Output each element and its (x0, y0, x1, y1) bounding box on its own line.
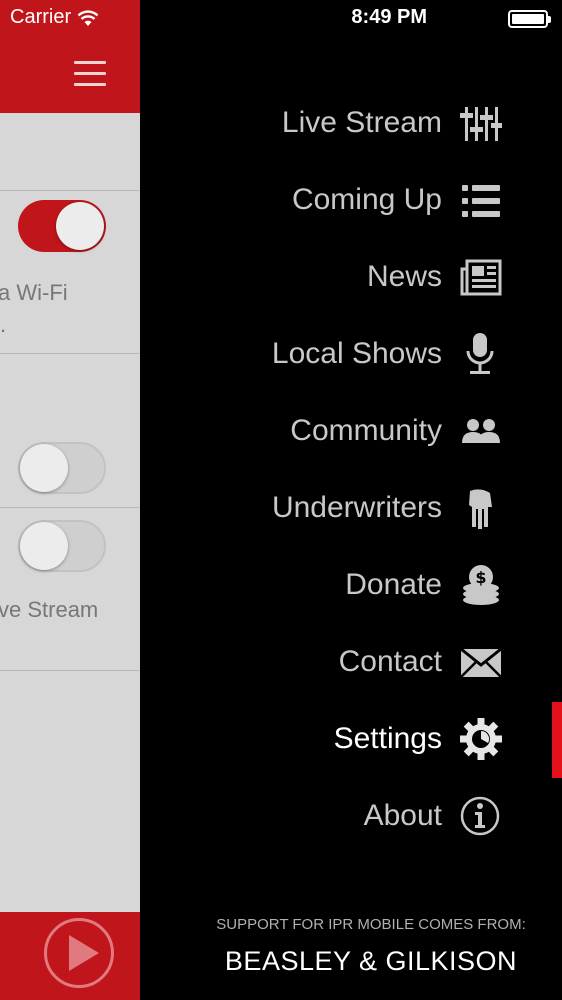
divider (0, 507, 140, 508)
menu-item-label: News (366, 260, 442, 293)
divider (0, 670, 140, 671)
wifi-setting-text-2: . (0, 312, 7, 337)
menu-item-live-stream[interactable]: Live Stream (140, 94, 562, 154)
menu-item-label: About (363, 799, 442, 832)
wifi-setting-text: a Wi-Fi (0, 280, 68, 305)
menu-item-underwriters[interactable]: Underwriters (140, 479, 562, 539)
menu-item-label: Local Shows (271, 337, 442, 370)
setting-toggle-2[interactable] (18, 442, 106, 494)
menu-item-donate[interactable]: Donate $ (140, 556, 562, 616)
menu-item-label: Settings (333, 722, 442, 755)
active-indicator (552, 702, 562, 778)
envelope-icon (460, 647, 502, 678)
side-menu: 8:49 PM Live Stream Coming Up News Local… (140, 0, 562, 1000)
menu-item-about[interactable]: About (140, 787, 562, 847)
sliders-icon (460, 107, 502, 141)
menu-item-news[interactable]: News (140, 248, 562, 308)
status-time: 8:49 PM (351, 6, 427, 28)
hamburger-menu-icon[interactable] (74, 61, 106, 87)
hand-icon (469, 489, 492, 529)
wifi-icon (77, 9, 99, 26)
play-button[interactable] (44, 918, 114, 988)
menu-item-label: Live Stream (281, 106, 442, 139)
menu-item-local-shows[interactable]: Local Shows (140, 325, 562, 385)
menu-item-label: Contact (338, 645, 442, 678)
svg-text:$: $ (475, 568, 486, 587)
divider (0, 190, 140, 191)
sponsor-name[interactable]: BEASLEY & GILKISON (140, 946, 562, 977)
sponsor-caption: SUPPORT FOR IPR MOBILE COMES FROM: (216, 916, 526, 933)
menu-item-label: Underwriters (271, 491, 442, 524)
live-stream-toggle[interactable] (18, 520, 106, 572)
menu-item-community[interactable]: Community (140, 402, 562, 462)
carrier-label: Carrier (10, 6, 72, 28)
list-icon (462, 185, 500, 217)
live-stream-setting-text: ve Stream (0, 597, 99, 622)
menu-item-settings[interactable]: Settings (140, 710, 562, 770)
menu-item-contact[interactable]: Contact (140, 633, 562, 693)
newspaper-icon (460, 259, 502, 296)
menu-item-label: Community (290, 414, 442, 447)
menu-item-coming-up[interactable]: Coming Up (140, 171, 562, 231)
people-icon (462, 419, 500, 443)
menu-item-label: Donate (345, 568, 442, 601)
info-icon (460, 796, 500, 836)
wifi-only-toggle[interactable] (18, 200, 106, 252)
divider (0, 353, 140, 354)
menu-item-label: Coming Up (291, 183, 442, 216)
gear-icon (460, 718, 502, 760)
carrier-status: Carrier (10, 6, 99, 29)
coins-icon: $ (463, 565, 499, 605)
background-settings-screen: Carrier a Wi-Fi . ve Stream (0, 0, 140, 1000)
microphone-icon (466, 333, 494, 374)
battery-icon (508, 10, 551, 28)
